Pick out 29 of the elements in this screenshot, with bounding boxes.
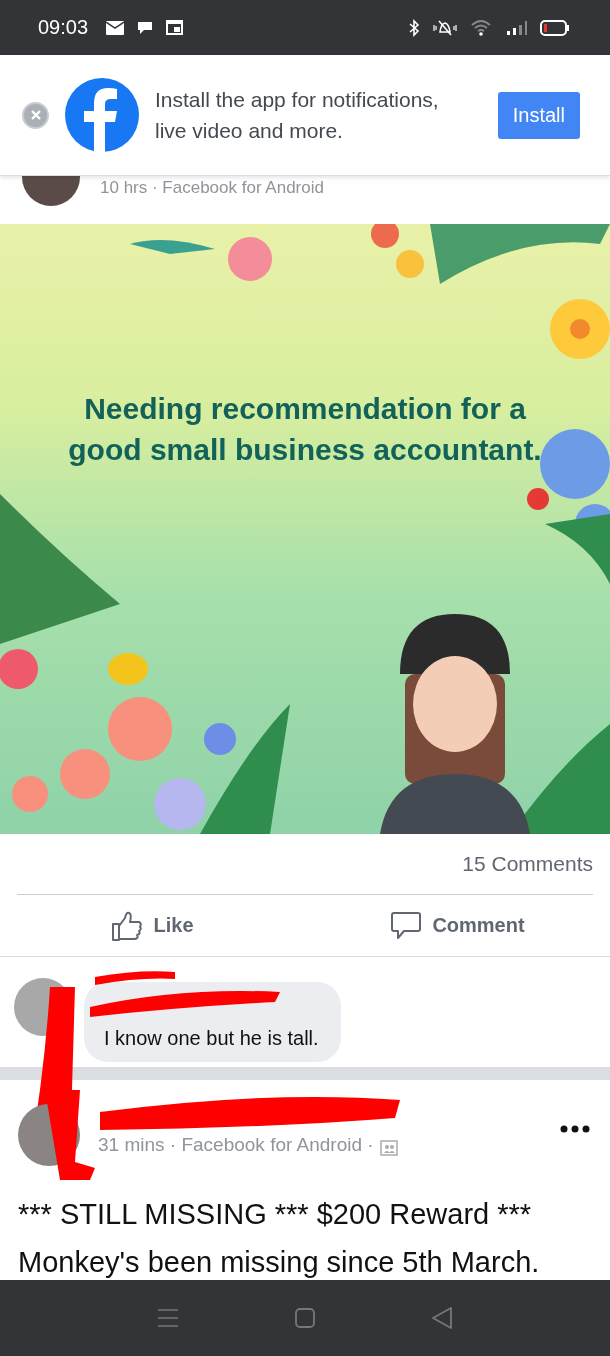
- friends-icon: [379, 1140, 398, 1156]
- post-text: Needing recommendation for a good small business accountant.: [67, 391, 543, 468]
- battery-icon: [540, 19, 570, 36]
- close-icon: [30, 110, 41, 120]
- post-meta: 31 mins · Facebook for Android ·: [98, 1134, 374, 1156]
- bluetooth-icon: [408, 18, 420, 37]
- calendar-icon: [166, 20, 184, 35]
- menu-icon[interactable]: [157, 1308, 180, 1328]
- back-icon[interactable]: [430, 1306, 453, 1330]
- speech-bubble-icon: [390, 910, 423, 941]
- close-button[interactable]: [22, 101, 49, 129]
- post-text: *** STILL MISSING *** $200 Reward ***: [18, 1197, 533, 1232]
- mail-icon: [106, 20, 125, 35]
- comment-button[interactable]: Comment: [305, 895, 610, 956]
- f-logo-icon: [65, 78, 139, 152]
- home-square-icon[interactable]: [294, 1307, 316, 1329]
- avatar: [22, 176, 80, 206]
- signal-icon: [506, 19, 528, 36]
- install-message: Install the app for notifications, live video and more.: [155, 87, 440, 144]
- muted-bell-icon: [432, 18, 458, 37]
- comments-count[interactable]: 15 Comments: [462, 852, 593, 876]
- status-time: 09:03: [38, 16, 89, 39]
- comment-text: I know one but he is tall.: [104, 1027, 319, 1050]
- thumbs-up-icon: [111, 909, 144, 942]
- post-meta: 10 hrs · Facebook for Android: [100, 178, 324, 198]
- install-button[interactable]: Install: [497, 91, 580, 139]
- chat-icon: [136, 19, 155, 36]
- post-text: Monkey's been missing since 5th March.: [18, 1245, 541, 1280]
- like-button[interactable]: Like: [0, 895, 305, 956]
